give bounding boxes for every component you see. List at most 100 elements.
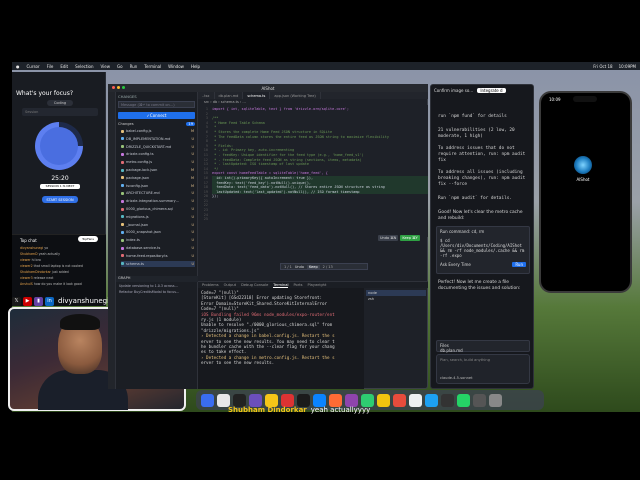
app-icon[interactable] (361, 393, 374, 407)
graph-section-header[interactable]: GRAPH (116, 276, 198, 282)
tab-app-json[interactable]: app.json (Working Tree) (270, 92, 321, 99)
chat-header[interactable]: Top chat (20, 238, 37, 243)
changes-group[interactable]: Changes 19 (118, 122, 195, 126)
changed-file-row[interactable]: package.json M (121, 175, 195, 181)
menu-file[interactable]: File (47, 64, 54, 69)
session-input[interactable]: Session (22, 108, 98, 116)
file-type-icon (121, 145, 124, 149)
app-icon[interactable] (441, 393, 454, 407)
file-type-icon (121, 262, 124, 266)
assistant-output: To address issues that do not require at… (438, 146, 526, 163)
app-icon[interactable] (249, 393, 262, 407)
changed-file-row[interactable]: index.ts U (121, 237, 195, 243)
tab-output[interactable]: Output (224, 283, 236, 287)
model-selector[interactable]: claude-4.5-sonnet (440, 376, 526, 380)
whatsapp-icon[interactable] (457, 393, 470, 407)
menu-selection[interactable]: Selection (75, 64, 93, 69)
app-icon[interactable] (345, 393, 358, 407)
chat-input[interactable]: Plan, search, build anything claude-4.5-… (436, 354, 530, 384)
focus-category-pill[interactable]: Coding (47, 100, 73, 106)
launchpad-icon[interactable] (217, 393, 230, 407)
changed-file-row[interactable]: schema.ts U (121, 260, 195, 267)
tab-schema[interactable]: schema.ts (243, 92, 271, 99)
app-icon[interactable] (377, 393, 390, 407)
assistant-active-tab[interactable]: Integrate d (477, 88, 506, 93)
apple-icon[interactable]: ● (16, 64, 20, 69)
connect-button[interactable]: ✓ Connect (118, 112, 195, 119)
menu-help[interactable]: Help (191, 64, 200, 69)
changed-file-row[interactable]: drizzle.config.ts U (121, 151, 195, 157)
start-session-button[interactable]: START SESSION (42, 196, 78, 203)
file-status: M (190, 183, 194, 188)
close-window-icon[interactable] (112, 86, 115, 89)
streamer-handle: divyanshunegi (58, 297, 110, 305)
changed-file-row[interactable]: package-lock.json M (121, 167, 195, 173)
letterbox-bottom (0, 412, 640, 480)
menu-terminal[interactable]: Terminal (144, 64, 161, 69)
graph-commit-row[interactable]: Refactor BuyCreditsModal to focus… (119, 290, 196, 294)
tab-debug-console[interactable]: Debug Console (241, 283, 268, 287)
top-fans-badge[interactable]: TopFans (78, 236, 98, 242)
trash-icon[interactable] (489, 393, 502, 407)
keep-change-button[interactable]: Keep ⌘Y (400, 235, 420, 241)
changed-file-row[interactable]: DB_IMPLEMENTATION.md U (121, 136, 195, 142)
files-card[interactable]: Files db.plan.md (436, 340, 530, 353)
menu-cursor[interactable]: Cursor (27, 64, 40, 69)
changed-file-row[interactable]: babel.config.js M (121, 128, 195, 134)
terminal-session-zsh[interactable]: zsh (366, 296, 426, 302)
assistant-tab[interactable]: Confirm image so… (434, 88, 473, 93)
graph-commit-row[interactable]: Update versioning to 1.0.3 across… (119, 284, 196, 288)
tab-db-plan[interactable]: db.plan.md (215, 92, 244, 99)
changed-file-row[interactable]: metro.config.js U (121, 159, 195, 165)
linkedin-icon: in (45, 296, 54, 306)
file-chip[interactable]: db.plan.md (440, 348, 526, 353)
changed-file-row[interactable]: tsconfig.json M (121, 183, 195, 189)
menu-view[interactable]: View (101, 64, 111, 69)
app-icon[interactable] (329, 393, 342, 407)
menu-window[interactable]: Window (168, 64, 184, 69)
changed-file-row[interactable]: drizzle-integration-summary… U (121, 198, 195, 204)
tab-playwright[interactable]: Playwright (307, 283, 326, 287)
menubar: ● Cursor File Edit Selection View Go Run… (12, 62, 640, 70)
tab-ports[interactable]: Ports (293, 283, 302, 287)
app-icon[interactable] (393, 393, 406, 407)
maximize-window-icon[interactable] (122, 86, 125, 89)
commit-message-input[interactable]: Message (⌘↵ to commit on…) (118, 101, 195, 108)
file-name: DRIZZLE_QUICKSTART.md (126, 144, 172, 149)
changed-file-row[interactable]: database-service.ts U (121, 245, 195, 251)
file-name: DB_IMPLEMENTATION.md (126, 136, 171, 141)
menu-run[interactable]: Run (130, 64, 138, 69)
cursor-app-icon[interactable] (233, 393, 246, 407)
tab-terminal[interactable]: Terminal (273, 283, 289, 288)
app-icon[interactable] (281, 393, 294, 407)
ide-title-bar: AIShot (108, 84, 428, 92)
notes-icon[interactable] (265, 393, 278, 407)
code-content[interactable]: import { int, sqliteTable, text } from '… (212, 107, 428, 222)
ask-every-time-select[interactable]: Ask Every Time (440, 262, 471, 267)
app-icon[interactable] (409, 393, 422, 407)
tab-tsx[interactable]: ..tsx (198, 92, 215, 99)
menu-go[interactable]: Go (117, 64, 123, 69)
tab-problems[interactable]: Problems (202, 283, 219, 287)
changed-file-row[interactable]: migrations.js U (121, 214, 195, 220)
changed-file-row[interactable]: home-feed.repository.ts U (121, 253, 195, 259)
undo-all-button[interactable]: Undo (295, 265, 304, 269)
changed-file-row[interactable]: 0000_snapshot.json U (121, 229, 195, 235)
run-button[interactable]: Run (512, 262, 526, 267)
menu-edit[interactable]: Edit (60, 64, 68, 69)
keep-all-button[interactable]: Keep (307, 264, 320, 269)
minimize-window-icon[interactable] (117, 86, 120, 89)
app-icon[interactable] (473, 393, 486, 407)
changed-file-row[interactable]: ARCHITECTURE.md U (121, 190, 195, 196)
changed-file-row[interactable]: 0000_glorious_chimera.sql U (121, 206, 195, 212)
webcam-person-hair (60, 314, 100, 330)
changed-file-row[interactable]: _journal.json U (121, 222, 195, 228)
app-icon[interactable] (425, 393, 438, 407)
finder-icon[interactable] (201, 393, 214, 407)
app-store-icon[interactable] (313, 393, 326, 407)
undo-change-button[interactable]: Undo ⌘N (378, 235, 399, 241)
changed-file-row[interactable]: DRIZZLE_QUICKSTART.md U (121, 144, 195, 150)
file-status: M (190, 129, 194, 134)
terminal-icon[interactable] (297, 393, 310, 407)
